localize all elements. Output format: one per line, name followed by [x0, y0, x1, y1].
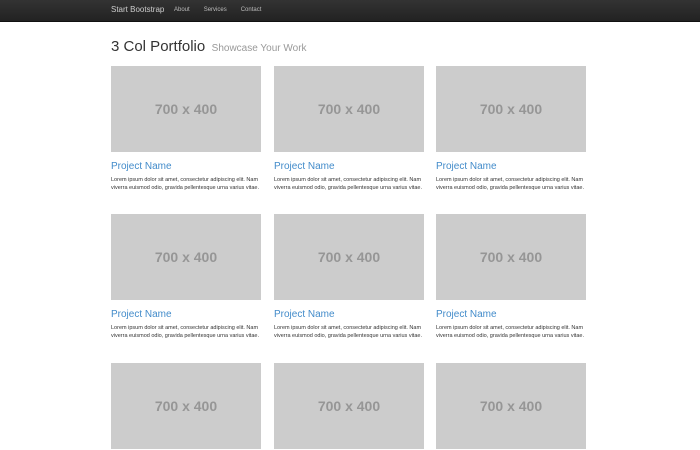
portfolio-item: 700 x 400 Project Name Lorem ipsum dolor…: [111, 214, 261, 340]
portfolio-thumbnail[interactable]: 700 x 400: [111, 66, 261, 152]
thumbnail-placeholder-label: 700 x 400: [317, 249, 381, 265]
thumbnail-placeholder-label: 700 x 400: [154, 398, 218, 414]
thumbnail-placeholder-label: 700 x 400: [154, 101, 218, 117]
portfolio-item: 700 x 400 Project Name Lorem ipsum dolor…: [274, 66, 424, 192]
page-title: 3 Col Portfolio: [111, 38, 206, 55]
portfolio-thumbnail[interactable]: 700 x 400: [111, 214, 261, 300]
portfolio-thumbnail[interactable]: 700 x 400: [274, 214, 424, 300]
thumbnail-placeholder-label: 700 x 400: [154, 249, 218, 265]
project-name-link[interactable]: Project Name: [436, 308, 586, 321]
nav-links: About Services Contact: [174, 6, 275, 15]
portfolio-item: 700 x 400 Project Name Lorem ipsum dolor…: [274, 214, 424, 340]
project-name-link[interactable]: Project Name: [274, 160, 424, 173]
portfolio-item: 700 x 400 Project Name Lorem ipsum dolor…: [436, 214, 586, 340]
nav-link-about[interactable]: About: [174, 6, 190, 15]
thumbnail-placeholder-label: 700 x 400: [479, 398, 543, 414]
project-name-link[interactable]: Project Name: [111, 308, 261, 321]
project-description: Lorem ipsum dolor sit amet, consectetur …: [111, 177, 259, 191]
thumbnail-placeholder-label: 700 x 400: [479, 101, 543, 117]
page-header: 3 Col Portfolio Showcase Your Work: [111, 38, 307, 57]
portfolio-thumbnail[interactable]: 700 x 400: [111, 363, 261, 449]
page-subtitle: Showcase Your Work: [211, 43, 307, 54]
project-description: Lorem ipsum dolor sit amet, consectetur …: [436, 325, 584, 339]
portfolio-thumbnail[interactable]: 700 x 400: [274, 363, 424, 449]
project-description: Lorem ipsum dolor sit amet, consectetur …: [274, 325, 422, 339]
thumbnail-placeholder-label: 700 x 400: [317, 101, 381, 117]
project-description: Lorem ipsum dolor sit amet, consectetur …: [274, 177, 422, 191]
nav-link-contact[interactable]: Contact: [241, 6, 262, 15]
project-description: Lorem ipsum dolor sit amet, consectetur …: [436, 177, 584, 191]
portfolio-thumbnail[interactable]: 700 x 400: [436, 363, 586, 449]
thumbnail-placeholder-label: 700 x 400: [479, 249, 543, 265]
top-navbar: Start Bootstrap About Services Contact: [0, 0, 700, 22]
project-name-link[interactable]: Project Name: [274, 308, 424, 321]
portfolio-item: 700 x 400: [274, 363, 424, 449]
portfolio-item: 700 x 400: [436, 363, 586, 449]
thumbnail-placeholder-label: 700 x 400: [317, 398, 381, 414]
portfolio-thumbnail[interactable]: 700 x 400: [436, 214, 586, 300]
portfolio-item: 700 x 400 Project Name Lorem ipsum dolor…: [436, 66, 586, 192]
nav-link-services[interactable]: Services: [204, 6, 227, 15]
project-name-link[interactable]: Project Name: [436, 160, 586, 173]
portfolio-thumbnail[interactable]: 700 x 400: [436, 66, 586, 152]
brand-link[interactable]: Start Bootstrap: [111, 4, 164, 16]
project-name-link[interactable]: Project Name: [111, 160, 261, 173]
portfolio-item: 700 x 400: [111, 363, 261, 449]
project-description: Lorem ipsum dolor sit amet, consectetur …: [111, 325, 259, 339]
portfolio-item: 700 x 400 Project Name Lorem ipsum dolor…: [111, 66, 261, 192]
portfolio-thumbnail[interactable]: 700 x 400: [274, 66, 424, 152]
